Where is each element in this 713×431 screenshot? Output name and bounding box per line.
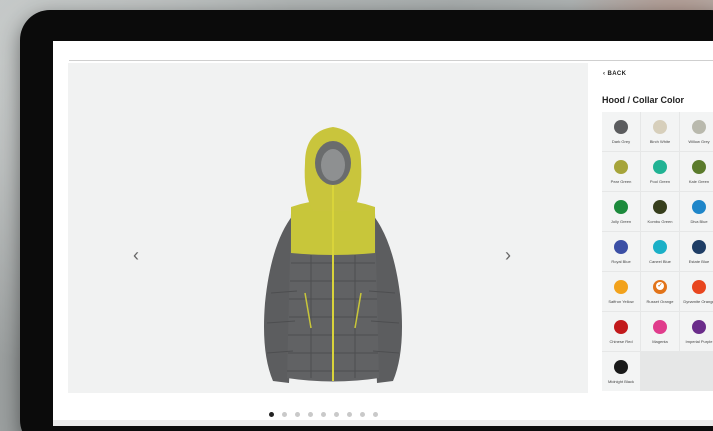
top-divider — [69, 60, 713, 61]
product-gallery[interactable]: ‹ › — [68, 63, 588, 393]
selected-swatch-circle — [653, 280, 667, 294]
swatch-label: Kombu Green — [647, 219, 673, 224]
swatch-label: Diva Blue — [690, 219, 708, 224]
swatch-label: Royal Blue — [611, 259, 631, 264]
swatch-label: Imperial Purple — [685, 339, 713, 344]
color-panel: ‹ BACK Hood / Collar Color Dark Grey Birc… — [595, 63, 713, 426]
color-swatch[interactable]: Pool Green — [641, 152, 679, 191]
color-swatch[interactable]: Dynamite Orange — [680, 272, 713, 311]
color-swatch[interactable]: Birch White — [641, 112, 679, 151]
swatch-label: Chinese Red — [609, 339, 633, 344]
pagination-dot[interactable] — [360, 412, 365, 417]
tablet-device: ‹ › ‹ BACK Hood / Collar Color Dark Grey… — [20, 10, 713, 431]
swatch-label: Pear Green — [610, 179, 632, 184]
swatch-label: Jolly Green — [610, 219, 632, 224]
color-swatch[interactable]: Kale Green — [680, 152, 713, 191]
swatch-circle — [614, 120, 628, 134]
swatch-label: Pool Green — [649, 179, 671, 184]
gallery-pagination — [269, 412, 378, 417]
pagination-dot[interactable] — [373, 412, 378, 417]
swatch-circle — [692, 280, 706, 294]
swatch-label: Caneel Blue — [649, 259, 671, 264]
back-label: BACK — [607, 71, 627, 77]
color-swatch[interactable]: Diva Blue — [680, 192, 713, 231]
prev-image-icon[interactable]: ‹ — [128, 243, 144, 267]
swatch-circle — [614, 160, 628, 174]
back-link[interactable]: ‹ BACK — [603, 71, 626, 77]
swatch-circle — [614, 320, 628, 334]
color-swatch[interactable]: Jolly Green — [602, 192, 640, 231]
bottom-bar — [53, 420, 713, 426]
swatch-circle — [692, 200, 706, 214]
swatch-label: Magenta — [652, 339, 668, 344]
pagination-dot[interactable] — [321, 412, 326, 417]
color-swatch[interactable]: Magenta — [641, 312, 679, 351]
pagination-dot[interactable] — [282, 412, 287, 417]
pagination-dot-active[interactable] — [269, 412, 274, 417]
swatch-label: Dynamite Orange — [683, 299, 713, 304]
color-swatch[interactable]: Saffron Yellow — [602, 272, 640, 311]
color-swatch[interactable]: Russet Orange — [641, 272, 679, 311]
swatch-circle — [614, 280, 628, 294]
color-swatch[interactable]: Pear Green — [602, 152, 640, 191]
swatch-grid: Dark Grey Birch White Willow Grey Pear Gree… — [602, 112, 713, 391]
swatch-circle — [692, 240, 706, 254]
swatch-circle — [653, 320, 667, 334]
color-swatch[interactable]: Willow Grey — [680, 112, 713, 151]
swatch-circle — [653, 120, 667, 134]
jacket-image — [264, 127, 402, 383]
swatch-label: Midnight Black — [607, 379, 634, 384]
swatch-circle — [653, 240, 667, 254]
color-swatch[interactable]: Royal Blue — [602, 232, 640, 271]
swatch-circle — [692, 120, 706, 134]
color-swatch[interactable]: Chinese Red — [602, 312, 640, 351]
panel-title: Hood / Collar Color — [602, 95, 684, 105]
color-swatch[interactable]: Kombu Green — [641, 192, 679, 231]
swatch-label: Estate Blue — [688, 259, 710, 264]
pagination-dot[interactable] — [347, 412, 352, 417]
color-swatch[interactable]: Midnight Black — [602, 352, 640, 391]
swatch-label: Willow Grey — [688, 139, 710, 144]
color-swatch[interactable]: Estate Blue — [680, 232, 713, 271]
screen: ‹ › ‹ BACK Hood / Collar Color Dark Grey… — [53, 41, 713, 426]
swatch-circle — [653, 200, 667, 214]
swatch-label: Birch White — [649, 139, 671, 144]
swatch-label: Saffron Yellow — [608, 299, 634, 304]
swatch-label: Dark Grey — [611, 139, 631, 144]
color-swatch[interactable]: Imperial Purple — [680, 312, 713, 351]
pagination-dot[interactable] — [334, 412, 339, 417]
swatch-circle — [653, 160, 667, 174]
next-image-icon[interactable]: › — [500, 243, 516, 267]
pagination-dot[interactable] — [308, 412, 313, 417]
pagination-dot[interactable] — [295, 412, 300, 417]
swatch-circle — [614, 200, 628, 214]
swatch-label: Kale Green — [688, 179, 710, 184]
swatch-circle — [614, 360, 628, 374]
color-swatch[interactable]: Caneel Blue — [641, 232, 679, 271]
color-swatch[interactable]: Dark Grey — [602, 112, 640, 151]
swatch-circle — [692, 320, 706, 334]
swatch-circle — [614, 240, 628, 254]
swatch-label: Russet Orange — [646, 299, 674, 304]
swatch-circle — [692, 160, 706, 174]
